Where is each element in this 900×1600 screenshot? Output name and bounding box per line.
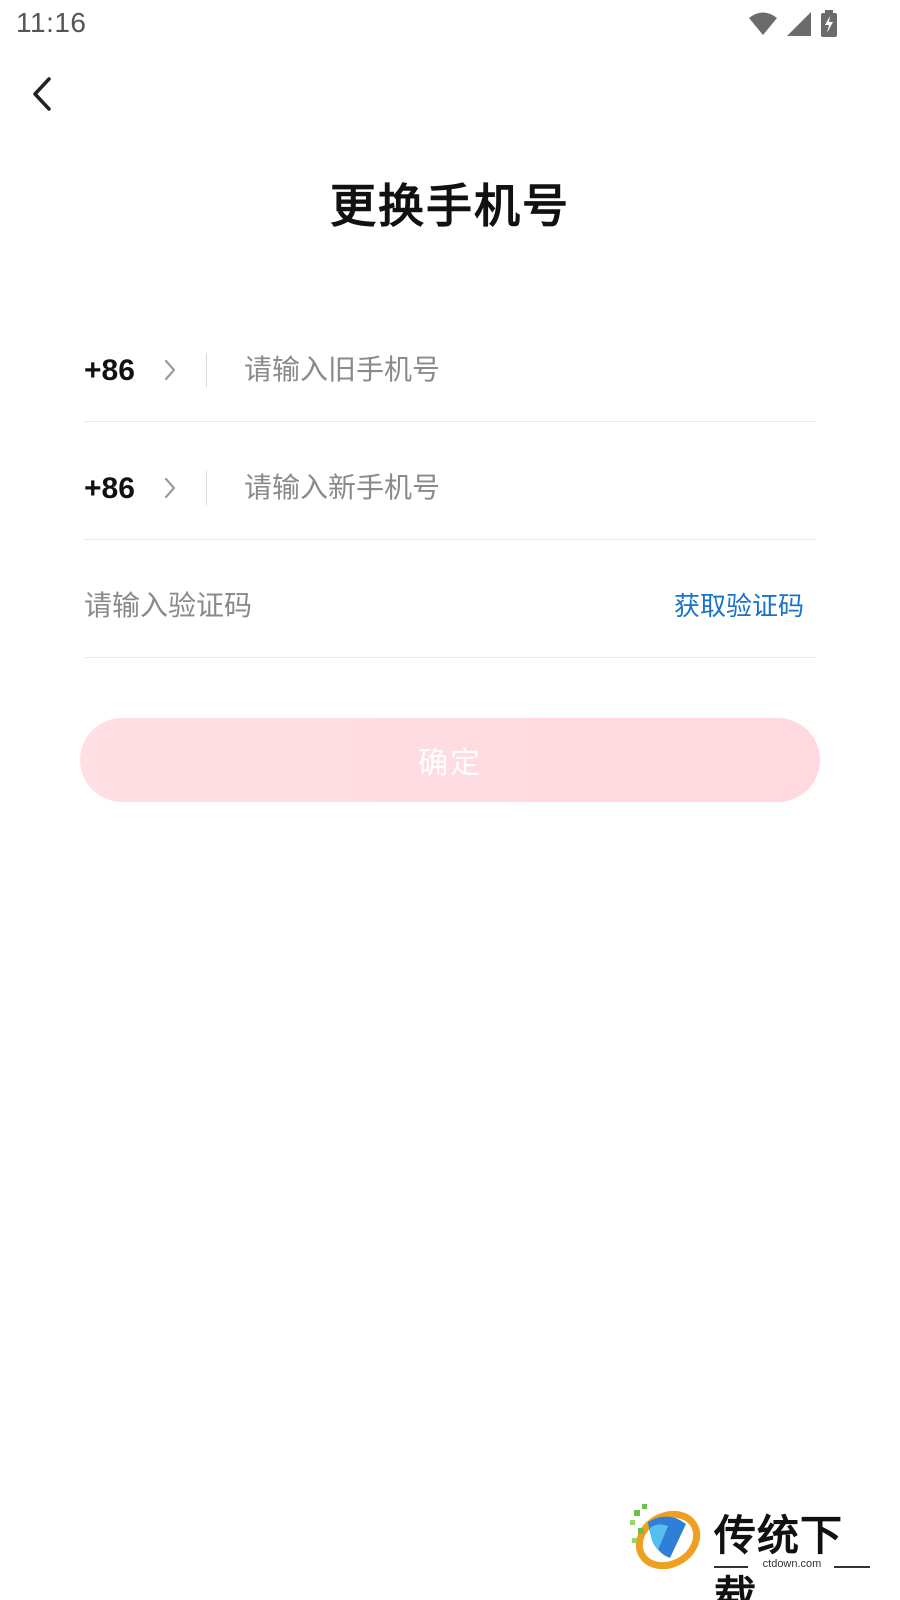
wifi-icon — [748, 11, 778, 37]
watermark-logo-icon — [628, 1502, 704, 1582]
watermark-divider — [834, 1566, 870, 1568]
back-button[interactable] — [18, 72, 66, 120]
field-divider — [206, 353, 207, 387]
old-phone-row: +86 — [84, 304, 816, 422]
battery-charging-icon — [820, 10, 838, 38]
chevron-right-icon[interactable] — [160, 358, 180, 382]
verification-code-input[interactable] — [84, 582, 584, 628]
field-divider — [206, 471, 207, 505]
get-code-button[interactable]: 获取验证码 — [674, 586, 804, 623]
page-title: 更换手机号 — [330, 179, 570, 233]
confirm-button[interactable]: 确定 — [80, 718, 820, 802]
status-icons — [748, 10, 838, 38]
new-phone-row: +86 — [84, 422, 816, 540]
status-time: 11:16 — [16, 7, 87, 38]
watermark-brand: 传统下载 — [714, 1511, 844, 1600]
chevron-left-icon — [31, 76, 53, 116]
status-bar: 11:16 — [0, 0, 900, 50]
new-phone-input[interactable] — [244, 464, 804, 510]
verification-code-row: 获取验证码 — [84, 540, 816, 658]
watermark: 传统下载 ctdown.com — [628, 1502, 878, 1600]
chevron-right-icon[interactable] — [160, 476, 180, 500]
watermark-domain: ctdown.com — [762, 1558, 822, 1570]
new-phone-country-code[interactable]: +86 — [84, 474, 135, 504]
old-phone-country-code[interactable]: +86 — [84, 356, 135, 386]
signal-icon — [786, 11, 812, 37]
old-phone-input[interactable] — [244, 346, 804, 392]
